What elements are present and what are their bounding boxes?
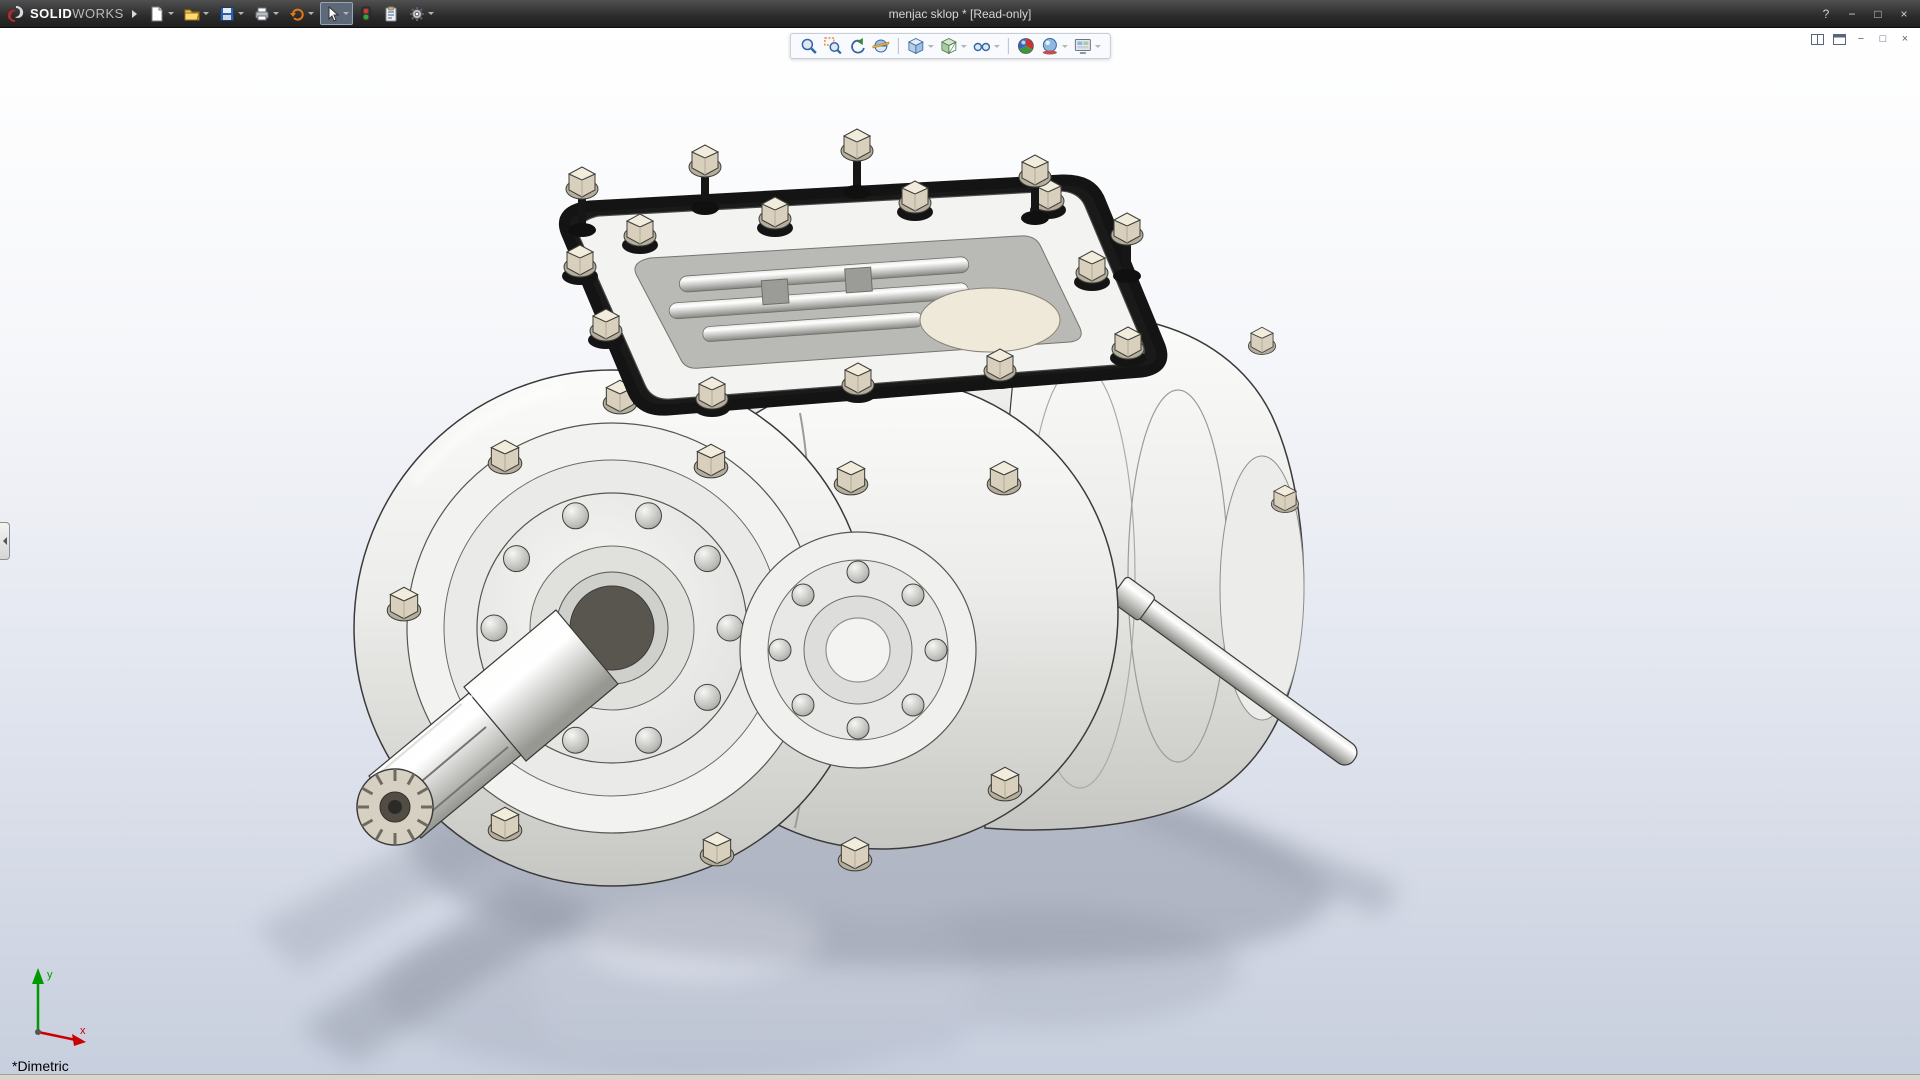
apply-scene-button[interactable] bbox=[1039, 36, 1070, 56]
brand-solid: SOLID bbox=[30, 6, 72, 21]
help-button[interactable]: ? bbox=[1816, 5, 1836, 23]
brand-works: WORKS bbox=[72, 6, 124, 21]
close-button[interactable]: × bbox=[1894, 5, 1914, 23]
feature-manager-collapsed-tab[interactable] bbox=[0, 522, 10, 560]
triad-origin bbox=[35, 1029, 41, 1035]
dassault-logo-icon bbox=[6, 5, 26, 23]
pane-icon bbox=[1811, 34, 1824, 45]
triad-x-label: x bbox=[80, 1025, 86, 1037]
secondary-flange bbox=[740, 532, 976, 768]
triad-y-label: y bbox=[47, 969, 53, 981]
zoom-to-area-button[interactable] bbox=[822, 36, 844, 56]
edit-appearance-ball-icon bbox=[1017, 37, 1035, 55]
previous-view-button[interactable] bbox=[846, 36, 868, 56]
model-reflection bbox=[380, 898, 1240, 1078]
dropdown-caret[interactable] bbox=[994, 45, 1000, 48]
previous-view-icon bbox=[848, 37, 866, 55]
dropdown-caret[interactable] bbox=[928, 45, 934, 48]
section-view-icon bbox=[872, 37, 890, 55]
dropdown-caret[interactable] bbox=[203, 12, 209, 15]
open-document-icon bbox=[184, 6, 200, 22]
undo-icon bbox=[289, 6, 305, 22]
document-title: menjac sklop * [Read-only] bbox=[889, 7, 1032, 21]
print-icon bbox=[254, 6, 270, 22]
section-view-button[interactable] bbox=[870, 36, 892, 56]
select-button[interactable] bbox=[320, 2, 353, 25]
minimize-button[interactable]: − bbox=[1842, 5, 1862, 23]
titlebar: SOLIDWORKS bbox=[0, 0, 1920, 28]
view-orientation-button[interactable] bbox=[905, 36, 936, 56]
dropdown-caret[interactable] bbox=[308, 12, 314, 15]
shift-dome bbox=[920, 288, 1060, 352]
headsup-view-toolbar bbox=[790, 33, 1111, 59]
child-restore-button[interactable]: □ bbox=[1874, 32, 1892, 47]
undo-button[interactable] bbox=[285, 2, 318, 25]
new-document-icon bbox=[149, 6, 165, 22]
display-style-icon bbox=[940, 37, 958, 55]
toolbar-separator bbox=[1008, 38, 1009, 54]
solidworks-window: SOLIDWORKS bbox=[0, 0, 1920, 1080]
edit-appearance-button[interactable] bbox=[1015, 36, 1037, 56]
dropdown-caret[interactable] bbox=[1062, 45, 1068, 48]
child-window-controls: − □ × bbox=[1808, 32, 1914, 47]
dropdown-caret[interactable] bbox=[168, 12, 174, 15]
save-button[interactable] bbox=[215, 2, 248, 25]
open-document-button[interactable] bbox=[180, 2, 213, 25]
triad-y-arrow bbox=[32, 968, 44, 984]
save-icon bbox=[219, 6, 235, 22]
brand-text: SOLIDWORKS bbox=[30, 6, 124, 21]
view-settings-button[interactable] bbox=[1072, 36, 1103, 56]
expand-panel-arrow-icon bbox=[3, 537, 7, 545]
hide-show-glasses-icon bbox=[973, 37, 991, 55]
maximize-button[interactable]: □ bbox=[1868, 5, 1888, 23]
view-orientation-cube-icon bbox=[907, 37, 925, 55]
options-button[interactable] bbox=[405, 2, 438, 25]
select-cursor-icon bbox=[324, 6, 340, 22]
zoom-to-fit-icon bbox=[800, 37, 818, 55]
solidworks-logo: SOLIDWORKS bbox=[6, 5, 124, 23]
dropdown-caret[interactable] bbox=[273, 12, 279, 15]
file-properties-icon bbox=[383, 6, 399, 22]
child-pane-button-2[interactable] bbox=[1830, 32, 1848, 47]
print-button[interactable] bbox=[250, 2, 283, 25]
view-settings-icon bbox=[1074, 37, 1092, 55]
hide-show-items-button[interactable] bbox=[971, 36, 1002, 56]
orientation-triad: y x bbox=[20, 958, 98, 1050]
rear-bolt bbox=[1248, 327, 1275, 354]
dropdown-caret[interactable] bbox=[238, 12, 244, 15]
dropdown-caret[interactable] bbox=[1095, 45, 1101, 48]
rebuild-stoplight-button[interactable] bbox=[355, 2, 377, 25]
status-bar-strip bbox=[0, 1074, 1920, 1080]
child-pane-button-1[interactable] bbox=[1808, 32, 1826, 47]
new-document-button[interactable] bbox=[145, 2, 178, 25]
dropdown-caret[interactable] bbox=[343, 12, 349, 15]
display-style-button[interactable] bbox=[938, 36, 969, 56]
top-cover-assembly bbox=[562, 129, 1162, 417]
pane-icon bbox=[1833, 34, 1846, 45]
graphics-viewport[interactable]: − □ × y x *Dimetric bbox=[0, 28, 1920, 1080]
dropdown-caret[interactable] bbox=[961, 45, 967, 48]
toolbar-separator bbox=[898, 38, 899, 54]
zoom-to-fit-button[interactable] bbox=[798, 36, 820, 56]
gearbox-3d-model bbox=[0, 28, 1920, 1080]
file-properties-button[interactable] bbox=[379, 2, 403, 25]
dropdown-caret[interactable] bbox=[428, 12, 434, 15]
options-gear-icon bbox=[409, 6, 425, 22]
view-orientation-label: *Dimetric bbox=[12, 1058, 69, 1074]
child-close-button[interactable]: × bbox=[1896, 32, 1914, 47]
window-controls: ? − □ × bbox=[1816, 5, 1914, 23]
menu-expand-arrow[interactable] bbox=[132, 10, 137, 18]
rebuild-stoplight-icon bbox=[359, 6, 373, 22]
zoom-to-area-icon bbox=[824, 37, 842, 55]
apply-scene-ball-icon bbox=[1041, 37, 1059, 55]
standard-toolbar bbox=[145, 2, 438, 25]
child-minimize-button[interactable]: − bbox=[1852, 32, 1870, 47]
